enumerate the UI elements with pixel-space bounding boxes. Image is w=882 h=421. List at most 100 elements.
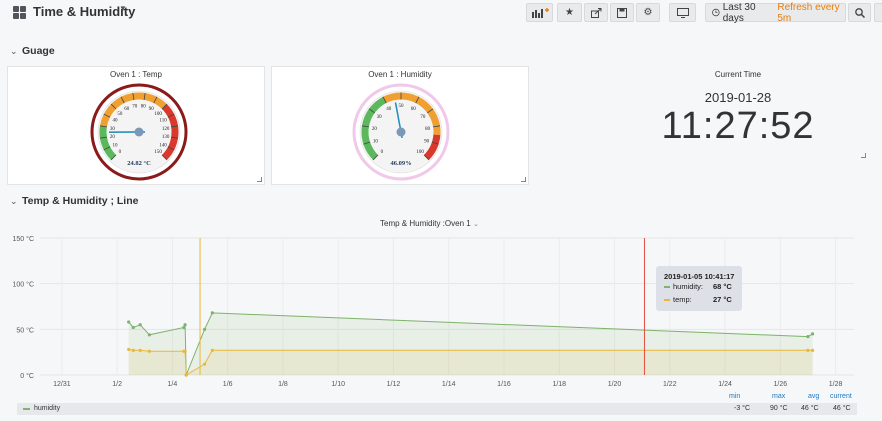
y-tick-label: 150 °C <box>13 235 34 243</box>
refresh-button[interactable] <box>874 3 882 22</box>
gauge-tick-label: 10 <box>112 143 118 148</box>
settings-button[interactable]: ⚙ <box>636 3 660 22</box>
temp-point <box>806 348 810 352</box>
graph-tooltip: 2019-01-05 10:41:17 humidity: 68 °C temp… <box>656 266 742 311</box>
temp-area <box>128 349 813 375</box>
humidity-point <box>182 325 186 330</box>
zoom-out-button[interactable] <box>848 3 871 22</box>
gauge-tick-label: 60 <box>124 107 129 112</box>
temp-gauge-panel: Oven 1 : Temp 0 10 20 30 40 50 60 70 80 90 100 110 1… <box>7 66 265 185</box>
row-collapse-icon[interactable]: ⌄ <box>10 46 18 57</box>
legend-current: 46 °C <box>833 405 851 412</box>
gauge-tick-label: 40 <box>112 119 118 124</box>
view-mode-button[interactable] <box>669 3 696 22</box>
gauge-tick-label: 70 <box>132 104 138 109</box>
clock-date: 2019-01-28 <box>704 90 772 105</box>
save-button[interactable] <box>610 3 634 22</box>
temp-point <box>131 348 135 352</box>
row-title-guage[interactable]: Guage <box>22 45 55 57</box>
resize-handle[interactable] <box>257 177 262 182</box>
top-bar: Time & Humidity ▼ ★ ⚙ Last 30 days Refre… <box>0 0 882 26</box>
legend-min: -3 °C <box>734 405 751 412</box>
x-tick-label: 1/16 <box>497 381 511 388</box>
humidity-gauge: 010203040506070809010046.09% <box>352 83 450 181</box>
temp-point <box>127 347 131 352</box>
grid-icon[interactable] <box>13 6 26 19</box>
tooltip-humidity-label: humidity: <box>673 282 704 291</box>
y-tick-label: 0 °C <box>20 372 34 380</box>
panel-title[interactable]: Temp & Humidity :Oven 1 ⌄ <box>380 219 479 228</box>
gauge-hub <box>134 127 144 137</box>
gauge-tick-label: 80 <box>425 127 431 132</box>
y-tick-label: 100 °C <box>13 281 34 289</box>
tooltip-humidity-value: 68 °C <box>713 282 732 291</box>
gauge-tick-label: 90 <box>424 139 430 144</box>
panel-title[interactable]: Current Time <box>642 70 834 79</box>
legend-swatch <box>664 286 670 288</box>
gauge-tick-label: 100 <box>154 112 162 117</box>
chevron-down-icon: ⌄ <box>472 221 479 228</box>
clock-icon <box>712 8 720 17</box>
legend-avg: 46 °C <box>801 405 819 412</box>
gauge-tick-label: 30 <box>377 115 383 120</box>
save-icon <box>617 7 627 18</box>
gauge-tick-label: 80 <box>141 104 147 109</box>
x-tick-label: 1/8 <box>278 381 288 388</box>
gauge-tick-label: 40 <box>386 107 392 112</box>
resize-handle[interactable] <box>861 153 866 158</box>
row-title-line[interactable]: Temp & Humidity ; Line <box>22 195 138 207</box>
x-tick-label: 1/20 <box>608 381 622 388</box>
temp-point <box>147 349 151 353</box>
x-tick-label: 1/10 <box>331 381 345 388</box>
tooltip-time: 2019-01-05 10:41:17 <box>664 272 735 281</box>
gauge-tick-label: 140 <box>159 143 167 148</box>
humidity-point <box>203 327 207 331</box>
humidity-point <box>210 311 214 315</box>
x-tick-label: 1/28 <box>829 381 843 388</box>
legend-swatch[interactable] <box>23 408 30 410</box>
row-collapse-icon[interactable]: ⌄ <box>10 196 18 207</box>
gauge-tick-label: 30 <box>110 127 116 132</box>
temp-point <box>210 348 214 352</box>
legend-max: 90 °C <box>770 405 788 412</box>
legend-series-name[interactable]: humidity <box>34 405 60 412</box>
x-tick-label: 1/22 <box>663 381 677 388</box>
humidity-gauge-panel: Oven 1 : Humidity 0 10 20 30 40 50 60 70 80 90 100… <box>271 66 529 185</box>
gauge-tick-label: 50 <box>399 104 405 109</box>
x-tick-label: 1/14 <box>442 381 456 388</box>
x-tick-label: 1/2 <box>112 381 122 388</box>
resize-handle[interactable] <box>521 177 526 182</box>
chevron-down-icon[interactable]: ▼ <box>119 4 127 13</box>
x-tick-label: 1/18 <box>552 381 566 388</box>
legend-header-current[interactable]: current <box>830 393 852 400</box>
time-picker-button[interactable]: Last 30 days Refresh every 5m <box>705 1 846 24</box>
monitor-icon <box>676 7 689 18</box>
time-range-label: Last 30 days <box>722 1 756 24</box>
gauge-tick-label: 20 <box>372 127 378 132</box>
humidity-point <box>183 323 187 327</box>
panel-title[interactable]: Oven 1 : Humidity <box>272 70 528 79</box>
gauge-tick-label: 60 <box>411 107 417 112</box>
line-chart[interactable]: 0 °C 50 °C 100 °C 150 °C 12/31 1/2 1/4 1/6 1/8 1/… <box>0 228 882 393</box>
legend-row[interactable]: humidity -3 °C 90 °C 46 °C 46 °C <box>17 403 857 415</box>
star-button[interactable]: ★ <box>557 3 582 22</box>
gauge-tick-label: 100 <box>416 150 424 155</box>
humidity-point <box>127 320 131 324</box>
gauge-tick-label: 10 <box>373 139 379 144</box>
legend-header-min[interactable]: min <box>729 393 740 400</box>
gear-icon: ⚙ <box>643 7 653 18</box>
panel-title[interactable]: Oven 1 : Temp <box>8 70 264 79</box>
add-panel-button[interactable] <box>526 3 553 22</box>
legend-header-max[interactable]: max <box>772 393 785 400</box>
legend-header-avg[interactable]: avg <box>808 393 819 400</box>
temp-point <box>183 349 187 353</box>
gauge-tick-label: 150 <box>154 150 162 155</box>
temp-point <box>810 348 815 352</box>
add-panel-icon <box>531 7 549 18</box>
gauge-tick-label: 70 <box>420 115 426 120</box>
gauge-tick-label: 120 <box>162 127 170 132</box>
humidity-point <box>810 332 815 336</box>
legend-swatch <box>664 299 670 301</box>
humidity-point <box>147 333 151 337</box>
share-button[interactable] <box>584 3 608 22</box>
